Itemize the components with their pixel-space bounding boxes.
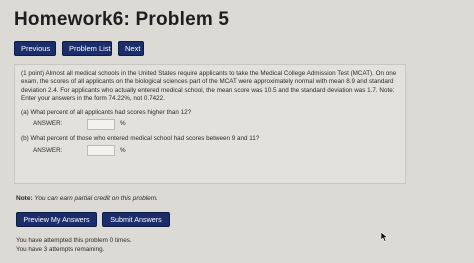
part-b-percent-sign: % [120,146,126,154]
attempts-remaining: You have 3 attempts remaining. [16,246,105,253]
part-a-answer-row: ANSWER: % [21,119,399,131]
attempt-status: You have attempted this problem 0 times.… [16,236,132,254]
mouse-pointer-icon [381,232,389,242]
previous-button[interactable]: Previous [14,41,56,56]
part-b-answer-label: ANSWER: [33,146,63,154]
note-text: You can earn partial credit on this prob… [34,195,158,202]
problem-nav: Previous Problem List Next [14,41,144,56]
part-a-answer-input[interactable] [87,119,115,131]
part-a-question: (a) What percent of all applicants had s… [21,108,192,116]
attempts-made: You have attempted this problem 0 times. [16,237,132,244]
answer-actions: Preview My Answers Submit Answers [16,212,170,227]
part-a-answer-label: ANSWER: [33,120,63,128]
next-button[interactable]: Next [118,41,144,56]
problem-statement: (1 point) Almost all medical schools in … [21,70,397,103]
submit-answers-button[interactable]: Submit Answers [102,212,170,227]
problem-list-button[interactable]: Problem List [62,41,112,56]
part-b-answer-input[interactable] [87,145,115,157]
page-title: Homework6: Problem 5 [14,9,230,30]
preview-answers-button[interactable]: Preview My Answers [16,212,97,227]
part-b-question: (b) What percent of those who entered me… [21,135,260,143]
part-a: (a) What percent of all applicants had s… [21,108,399,131]
part-a-percent-sign: % [120,120,126,128]
partial-credit-note: Note: You can earn partial credit on thi… [16,195,158,202]
note-label: Note: [16,195,33,202]
problem-box: (1 point) Almost all medical schools in … [14,64,406,184]
part-b: (b) What percent of those who entered me… [21,135,399,157]
part-b-answer-row: ANSWER: % [21,145,399,157]
